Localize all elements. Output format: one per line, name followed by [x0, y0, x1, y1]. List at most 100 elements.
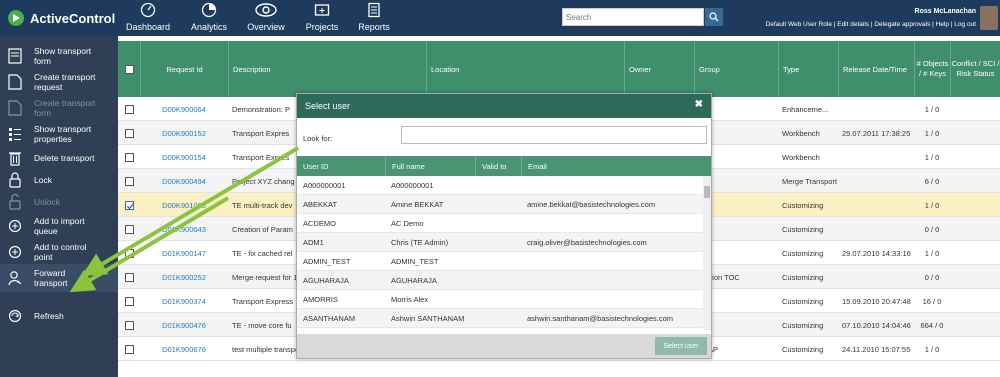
trash-icon: [9, 152, 21, 166]
sidebar-item-label: form: [34, 56, 51, 66]
dialog-header: Select user ✖: [297, 94, 711, 118]
header-type[interactable]: Type: [778, 41, 838, 97]
nav-reports[interactable]: Reports: [344, 2, 404, 32]
cell-id[interactable]: D01K900252: [140, 265, 228, 289]
header-email[interactable]: Email: [521, 156, 711, 176]
user-list-header: User ID Full name Valid to Email: [297, 156, 711, 176]
sidebar-item-label: point: [34, 252, 53, 262]
user-email: ashwin.santhanam@basistechnologies.com: [527, 314, 674, 323]
row-checkbox[interactable]: [124, 200, 134, 210]
sidebar-item-label: queue: [34, 226, 58, 236]
nav-dashboard[interactable]: Dashboard: [118, 2, 178, 32]
user-name: Chris (TE Admin): [391, 238, 449, 247]
sidebar-item-add-to-import-queue[interactable]: Add to import queue: [0, 212, 118, 240]
sidebar-item-show-transport-form[interactable]: Show transport form: [0, 42, 118, 70]
nav-overview[interactable]: Overview: [236, 2, 296, 32]
user-row[interactable]: ASANTHANAM Ashwin SANTHANAM ashwin.santhan…: [297, 309, 703, 328]
nav-analytics[interactable]: Analytics: [179, 2, 239, 32]
cell-release: 25.07.2011 17:38:25: [842, 128, 911, 138]
row-checkbox[interactable]: [124, 176, 134, 186]
user-valid: [475, 252, 521, 271]
sidebar-item-add-to-control-point[interactable]: Add to control point: [0, 238, 118, 266]
cell-id[interactable]: D01K900374: [140, 289, 228, 313]
folder-icon: [314, 4, 330, 16]
look-for-input[interactable]: [401, 126, 707, 144]
cell-id[interactable]: D00K900064: [140, 97, 228, 121]
row-checkbox[interactable]: [124, 152, 134, 162]
cell-type: Customizing: [782, 248, 824, 258]
cell-id[interactable]: D01K900043: [140, 217, 228, 241]
cell-id[interactable]: D01K900476: [140, 313, 228, 337]
user-row[interactable]: ABEKKAT Amine BEKKAT amine.bekkat@basistec…: [297, 195, 703, 214]
cell-objects: 1 / 0: [924, 344, 940, 354]
checkmark-icon: [126, 202, 134, 209]
row-select-cell: [118, 97, 140, 121]
sidebar-item-forward-transport[interactable]: Forward transport: [0, 264, 118, 292]
sidebar-item-label: Add to import: [34, 216, 85, 226]
sidebar-item-label: request: [34, 82, 63, 92]
user-list-scrollbar[interactable]: [703, 176, 711, 330]
user-row[interactable]: ACDEMO AC Demo: [297, 214, 703, 233]
row-checkbox[interactable]: [124, 104, 134, 114]
cell-objects: 0 / 0: [924, 224, 940, 234]
cell-id[interactable]: D01K900147: [140, 241, 228, 265]
user-name: Ross McLanachan: [914, 8, 976, 15]
sidebar-item-create-transport-request[interactable]: Create transport request: [0, 68, 118, 96]
sidebar-item-label: Add to control: [34, 242, 87, 252]
user-row[interactable]: AMORRIS Morris Alex: [297, 290, 703, 309]
header-full-name[interactable]: Full name: [385, 156, 475, 176]
search-button[interactable]: [705, 8, 723, 26]
search-input[interactable]: [562, 8, 704, 26]
user-row[interactable]: ADMIN_TEST ADMIN_TEST: [297, 252, 703, 271]
cell-id[interactable]: D00K900494: [140, 169, 228, 193]
cell-release: [842, 193, 914, 217]
row-checkbox[interactable]: [124, 224, 134, 234]
control-point-icon: [8, 245, 22, 259]
cell-type: Enhanceme...: [782, 104, 829, 114]
cell-id[interactable]: D00K900154: [140, 145, 228, 169]
cell-release: [842, 97, 914, 121]
select-user-button[interactable]: Select user: [655, 337, 707, 355]
cell-objects: 1 / 0: [924, 128, 940, 138]
user-row[interactable]: ADM1 Chris (TE Admin) craig.oliver@basiste…: [297, 233, 703, 252]
cell-id[interactable]: D00K900152: [140, 121, 228, 145]
cell-release: 07.10.2010 14:04:46: [842, 320, 911, 330]
user-email: craig.oliver@basistechnologies.com: [527, 238, 647, 247]
header-conflict-status[interactable]: Conflict / SCI / Risk Status: [950, 41, 1000, 97]
row-checkbox[interactable]: [124, 320, 134, 330]
user-row[interactable]: A000000001 A000000001: [297, 176, 703, 195]
row-select-cell: [118, 193, 140, 217]
user-valid: [475, 309, 521, 328]
header-valid-to[interactable]: Valid to: [475, 156, 521, 176]
select-all-checkbox[interactable]: [124, 64, 134, 74]
user-links[interactable]: Default Web User Role | Edit details | D…: [766, 21, 976, 28]
header-owner[interactable]: Owner: [624, 41, 694, 97]
user-row[interactable]: AGUHARAJA AGUHARAJA: [297, 271, 703, 290]
header-user-id[interactable]: User ID: [297, 156, 385, 176]
header-release-date[interactable]: Release Date/Time: [838, 41, 914, 97]
header-objects-keys[interactable]: # Objects / # Keys: [914, 41, 950, 97]
row-checkbox[interactable]: [124, 128, 134, 138]
logo[interactable]: ActiveControl: [8, 10, 115, 26]
cell-release: 24.11.2010 15:07:55: [842, 344, 911, 354]
sidebar-item-refresh[interactable]: Refresh: [0, 302, 118, 330]
user-email: [521, 176, 703, 195]
header-description[interactable]: Description: [228, 41, 426, 97]
header-group[interactable]: Group: [694, 41, 778, 97]
top-bar: ActiveControl Dashboard Analytics Overvi…: [0, 0, 1000, 36]
avatar[interactable]: [980, 6, 998, 30]
header-location[interactable]: Location: [426, 41, 624, 97]
cell-release: [842, 217, 914, 241]
close-icon[interactable]: ✖: [695, 99, 703, 110]
row-checkbox[interactable]: [124, 344, 134, 354]
header-request-id[interactable]: Request Id: [140, 41, 228, 97]
scrollbar-thumb[interactable]: [704, 186, 710, 198]
cell-id[interactable]: D00K901068: [140, 193, 228, 217]
row-checkbox[interactable]: [124, 296, 134, 306]
row-checkbox[interactable]: [124, 248, 134, 258]
cell-id[interactable]: D01K900676: [140, 337, 228, 361]
user-valid: [475, 290, 521, 309]
nav-projects[interactable]: Projects: [292, 2, 352, 32]
row-checkbox[interactable]: [124, 272, 134, 282]
sidebar-item-label: Show transport: [34, 124, 92, 134]
